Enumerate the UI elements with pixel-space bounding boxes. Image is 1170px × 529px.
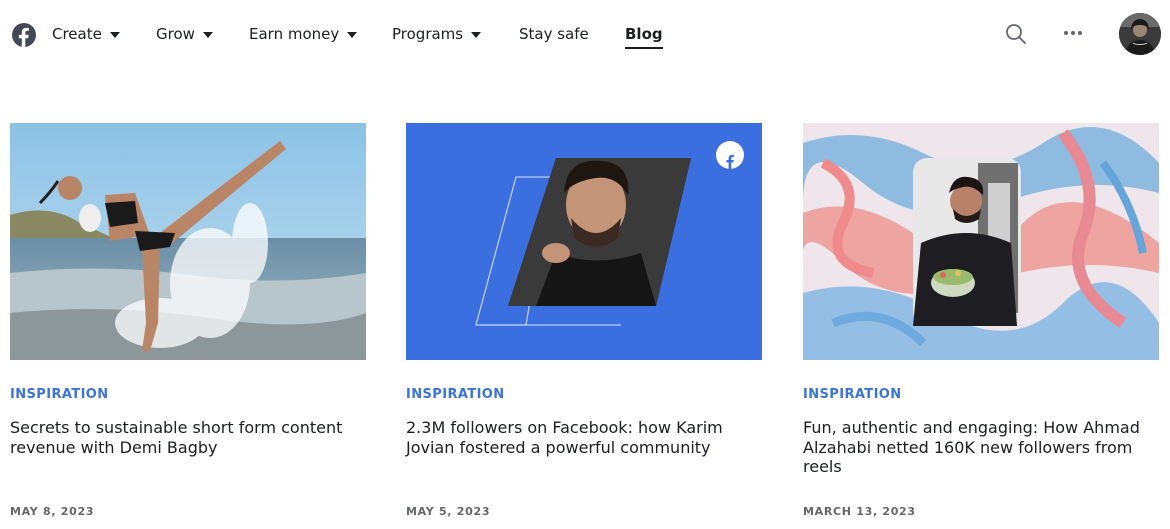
nav-stay-safe[interactable]: Stay safe [519,25,589,43]
article-card: INSPIRATION Secrets to sustainable short… [10,123,366,518]
top-navigation: Create Grow Earn money Programs Stay saf… [0,0,1170,68]
nav-programs-label: Programs [392,25,464,43]
chevron-down-icon [109,31,120,38]
article-date: MAY 5, 2023 [406,505,491,518]
nav-grow[interactable]: Grow [156,25,213,43]
nav-stay-safe-label: Stay safe [519,25,589,43]
article-category[interactable]: INSPIRATION [406,387,505,402]
article-card: INSPIRATION 2.3M followers on Facebook: … [406,123,762,518]
article-image[interactable] [10,123,366,360]
article-date: MARCH 13, 2023 [803,505,916,518]
article-date: MAY 8, 2023 [10,505,95,518]
article-image[interactable] [803,123,1159,360]
chevron-down-icon [347,31,358,38]
nav-earn-money-label: Earn money [249,25,340,43]
article-title[interactable]: 2.3M followers on Facebook: how Karim Jo… [406,418,762,457]
article-image[interactable] [406,123,762,360]
article-category[interactable]: INSPIRATION [10,387,109,402]
nav-create[interactable]: Create [52,25,120,43]
nav-blog-label: Blog [625,25,663,43]
chevron-down-icon [202,31,213,38]
nav-create-label: Create [52,25,102,43]
article-title[interactable]: Secrets to sustainable short form conten… [10,418,366,457]
chevron-down-icon [471,31,482,38]
more-horizontal-icon[interactable] [1062,27,1084,39]
article-title[interactable]: Fun, authentic and engaging: How Ahmad A… [803,418,1159,477]
nav-grow-label: Grow [156,25,195,43]
article-card: INSPIRATION Fun, authentic and engaging:… [803,123,1159,518]
profile-avatar[interactable] [1119,13,1161,55]
nav-blog[interactable]: Blog [625,25,663,49]
avatar-image [1119,13,1161,55]
nav-earn-money[interactable]: Earn money [249,25,358,43]
article-category[interactable]: INSPIRATION [803,387,902,402]
facebook-logo-icon[interactable] [12,23,36,47]
nav-programs[interactable]: Programs [392,25,482,43]
search-icon[interactable] [1005,23,1027,45]
